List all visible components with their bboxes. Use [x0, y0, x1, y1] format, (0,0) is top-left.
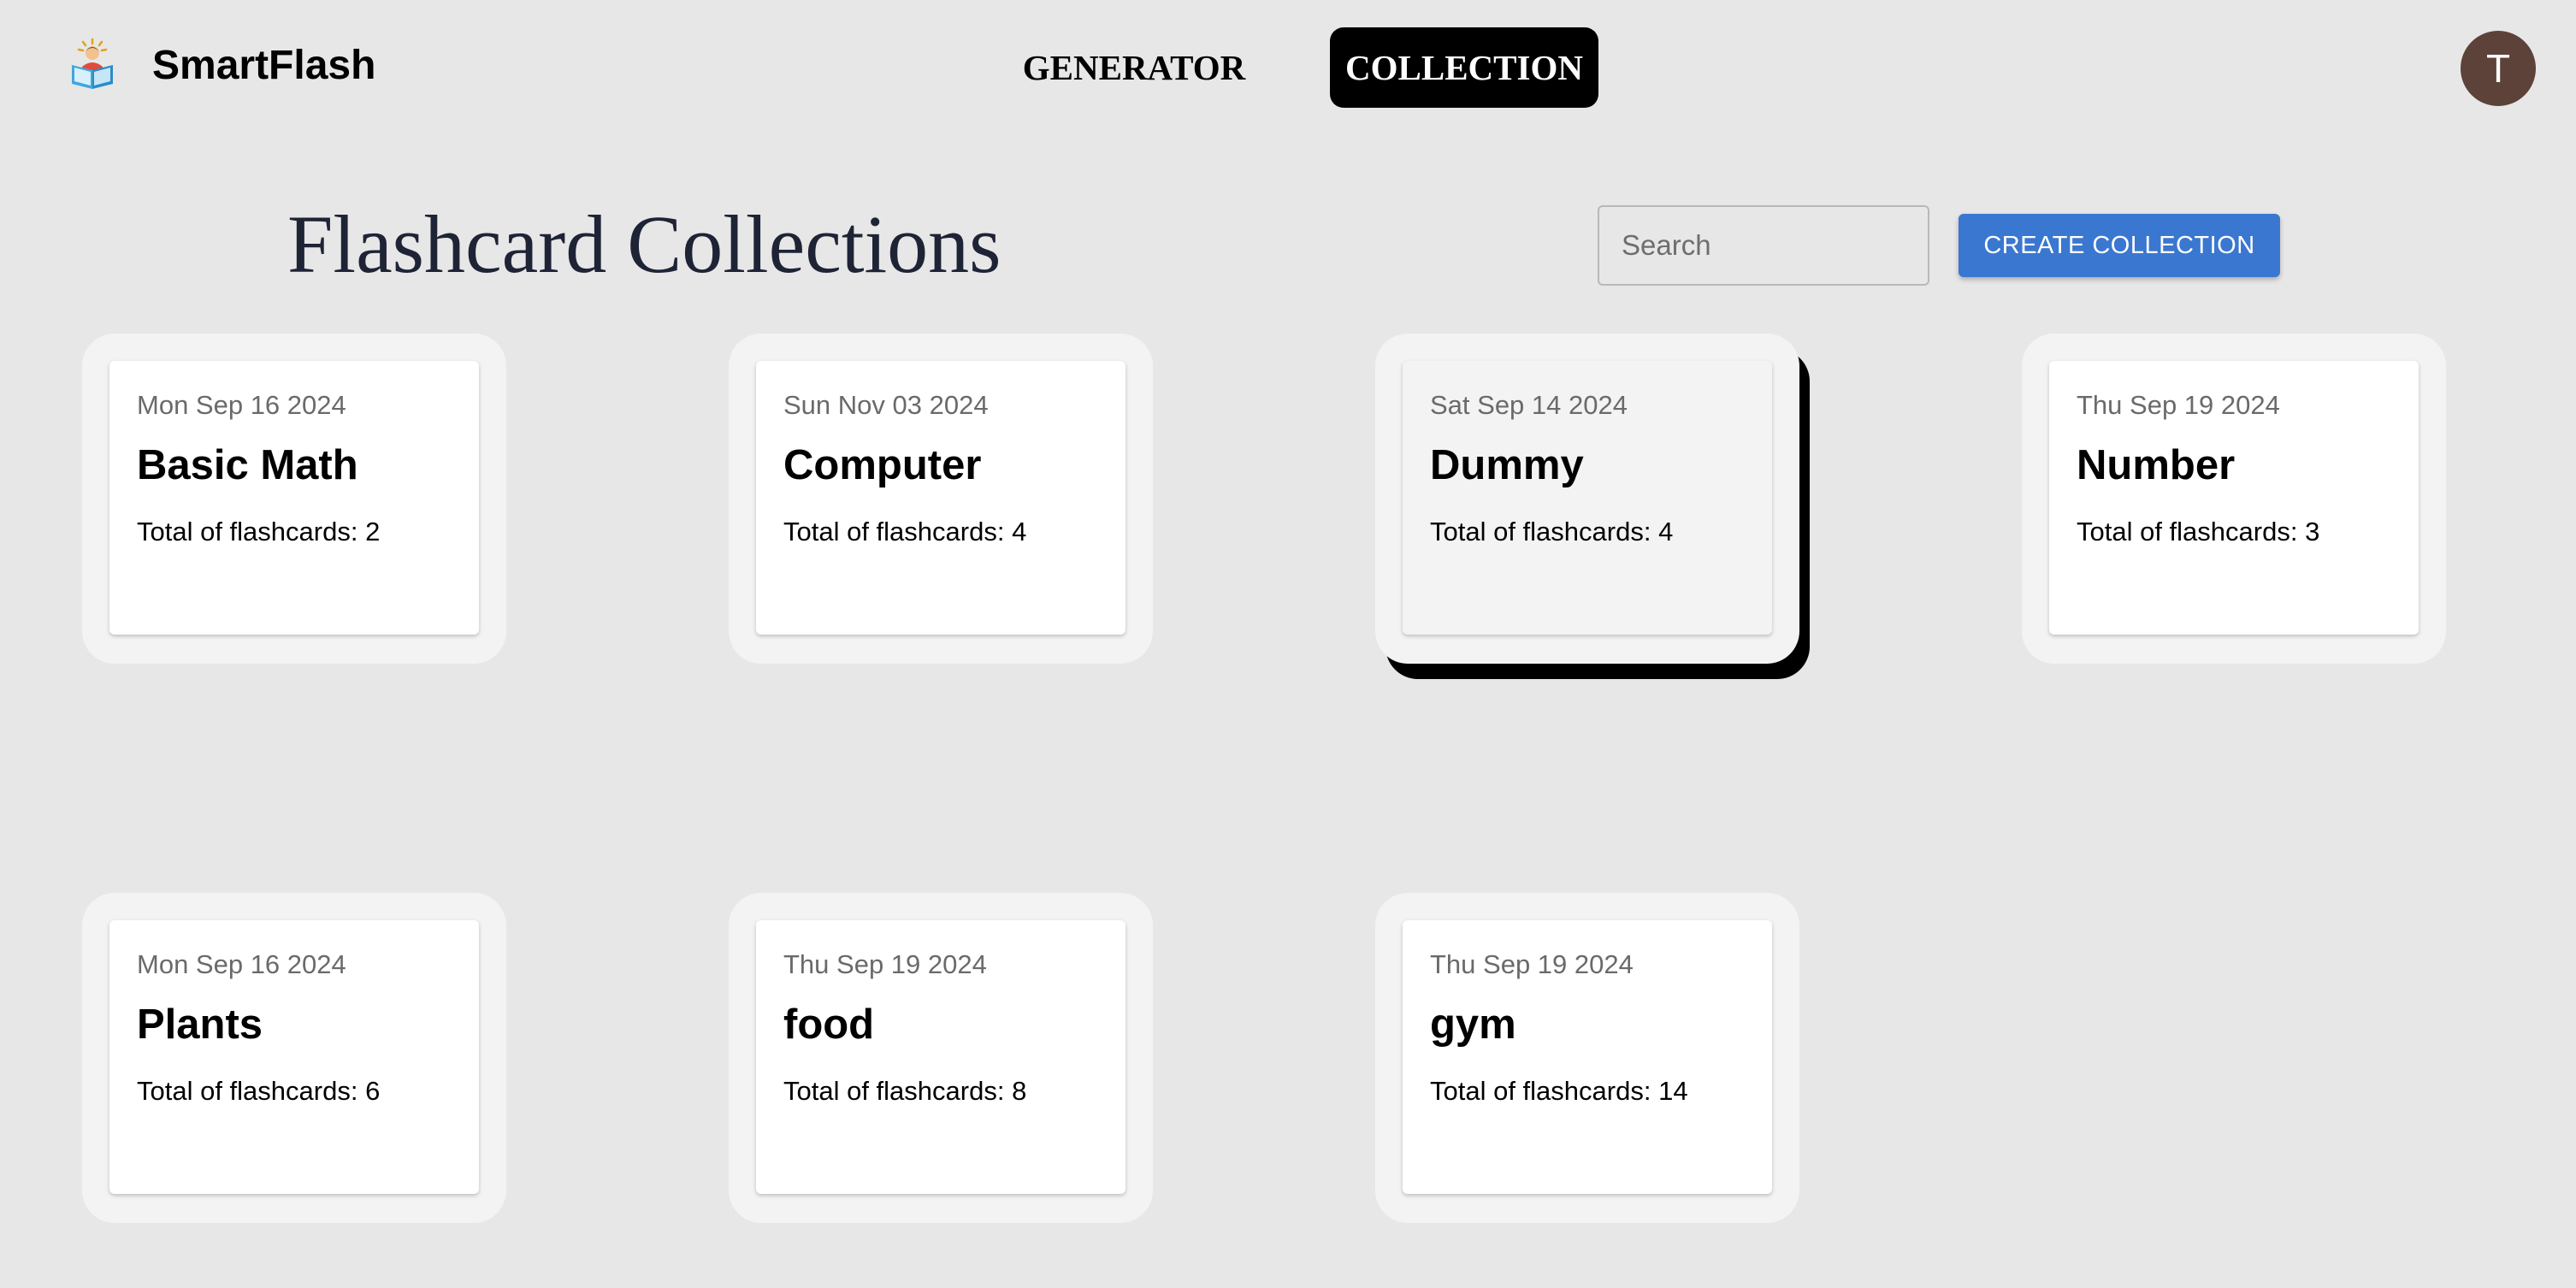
- collection-date: Thu Sep 19 2024: [783, 949, 987, 979]
- collection-title: Dummy: [1430, 442, 1584, 488]
- collection-card-body: Thu Sep 19 2024 Number Total of flashcar…: [2049, 361, 2419, 635]
- create-collection-button[interactable]: CREATE COLLECTION: [1959, 214, 2280, 277]
- collection-card[interactable]: Mon Sep 16 2024 Basic Math Total of flas…: [82, 334, 506, 664]
- collection-date: Thu Sep 19 2024: [2077, 390, 2280, 420]
- collection-flashcard-count: Total of flashcards: 3: [2077, 517, 2320, 547]
- top-app-bar: SmartFlash GENERATOR COLLECTION T: [0, 0, 2576, 137]
- collection-card[interactable]: Thu Sep 19 2024 Number Total of flashcar…: [2022, 334, 2446, 664]
- collection-date: Mon Sep 16 2024: [137, 949, 346, 979]
- collection-card[interactable]: Thu Sep 19 2024 food Total of flashcards…: [729, 893, 1153, 1223]
- collection-card-body: Thu Sep 19 2024 food Total of flashcards…: [756, 920, 1126, 1194]
- collection-title: Basic Math: [137, 442, 358, 488]
- collection-flashcard-count: Total of flashcards: 2: [137, 517, 381, 547]
- collection-date: Sun Nov 03 2024: [783, 390, 989, 420]
- collection-flashcard-count: Total of flashcards: 4: [783, 517, 1027, 547]
- collection-card[interactable]: Mon Sep 16 2024 Plants Total of flashcar…: [82, 893, 506, 1223]
- collection-card-body: Sat Sep 14 2024 Dummy Total of flashcard…: [1403, 361, 1772, 635]
- nav-generator[interactable]: GENERATOR: [1004, 27, 1264, 108]
- page-title: Flashcard Collections: [287, 198, 1001, 290]
- collection-title: Plants: [137, 1001, 263, 1048]
- collection-title: Computer: [783, 442, 982, 488]
- collection-flashcard-count: Total of flashcards: 8: [783, 1076, 1027, 1106]
- collection-title: Number: [2077, 442, 2236, 488]
- collection-card[interactable]: Thu Sep 19 2024 gym Total of flashcards:…: [1375, 893, 1799, 1223]
- collection-flashcard-count: Total of flashcards: 14: [1430, 1076, 1688, 1106]
- collection-card-hovered[interactable]: Sat Sep 14 2024 Dummy Total of flashcard…: [1375, 334, 1799, 664]
- collection-card[interactable]: Sun Nov 03 2024 Computer Total of flashc…: [729, 334, 1153, 664]
- collection-date: Mon Sep 16 2024: [137, 390, 346, 420]
- collection-date: Sat Sep 14 2024: [1430, 390, 1628, 420]
- brand-name[interactable]: SmartFlash: [152, 38, 375, 94]
- nav-collection[interactable]: COLLECTION: [1330, 27, 1598, 108]
- collection-title: food: [783, 1001, 875, 1048]
- collection-card-body: Mon Sep 16 2024 Plants Total of flashcar…: [109, 920, 479, 1194]
- collection-flashcard-count: Total of flashcards: 4: [1430, 517, 1674, 547]
- collection-card-body: Sun Nov 03 2024 Computer Total of flashc…: [756, 361, 1126, 635]
- search-input[interactable]: [1598, 205, 1929, 286]
- collection-flashcard-count: Total of flashcards: 6: [137, 1076, 381, 1106]
- collection-card-body: Thu Sep 19 2024 gym Total of flashcards:…: [1403, 920, 1772, 1194]
- collection-card-body: Mon Sep 16 2024 Basic Math Total of flas…: [109, 361, 479, 635]
- collection-title: gym: [1430, 1001, 1516, 1048]
- reading-child-icon[interactable]: [67, 38, 118, 92]
- user-avatar[interactable]: T: [2461, 31, 2536, 106]
- collection-date: Thu Sep 19 2024: [1430, 949, 1634, 979]
